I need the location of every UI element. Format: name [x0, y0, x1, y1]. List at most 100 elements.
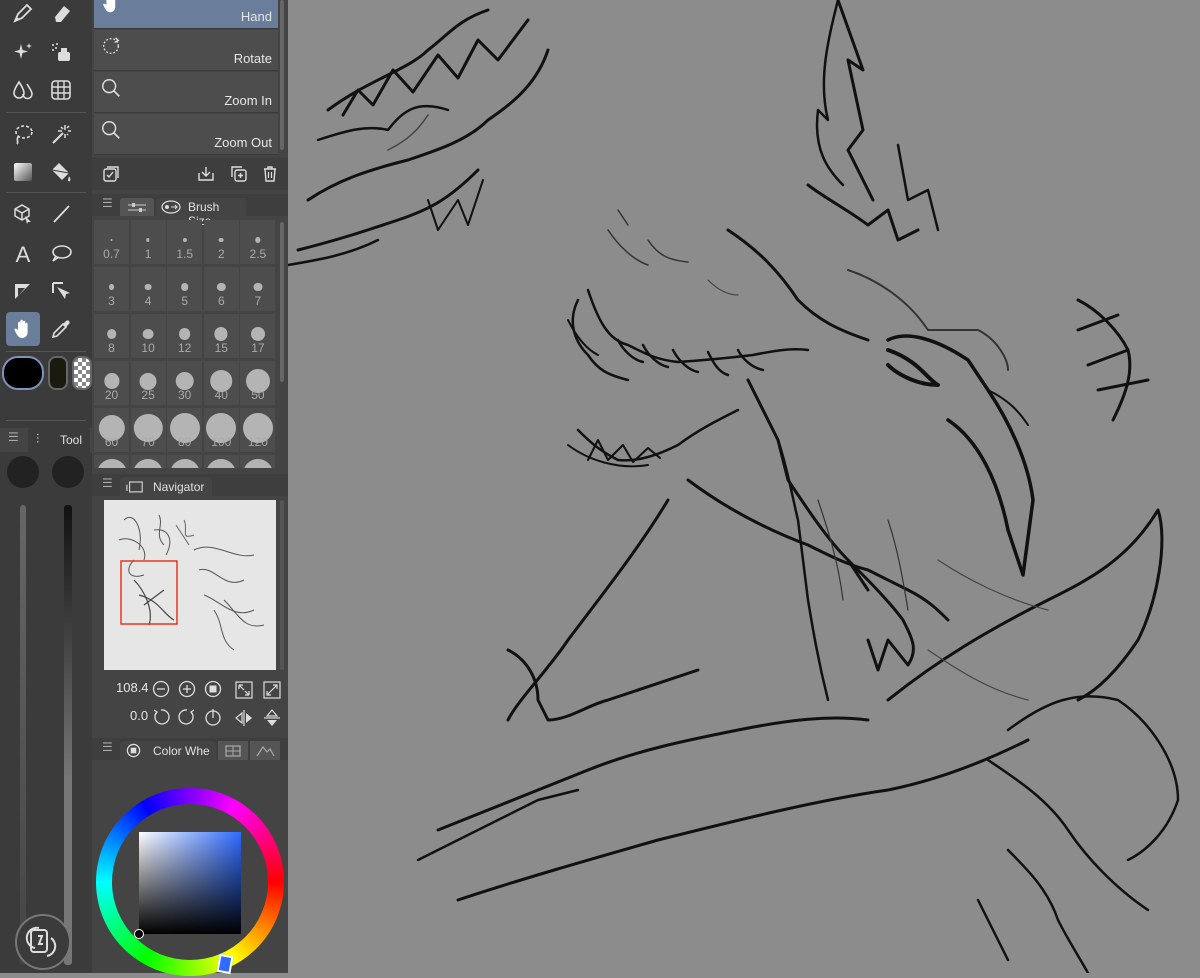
grid-icon[interactable]: [44, 73, 78, 107]
brush-size-option[interactable]: 6: [203, 267, 239, 311]
brush-size-option[interactable]: 4: [130, 267, 166, 311]
brush-size-option[interactable]: 0.7: [94, 220, 129, 264]
transparent-color-swatch[interactable]: [72, 356, 92, 390]
saturation-value-square[interactable]: [139, 832, 241, 934]
tool-tab[interactable]: ⫶ Tool: [28, 428, 90, 452]
brush-size-preview: [178, 328, 191, 340]
pen-icon[interactable]: [6, 0, 40, 30]
rotation-value[interactable]: 0.0: [130, 708, 148, 723]
navigator-scrollbar[interactable]: [280, 500, 284, 670]
hand-icon[interactable]: [6, 312, 40, 346]
zoom-out-button[interactable]: [152, 680, 170, 698]
flip-vertical-button[interactable]: [262, 708, 282, 728]
duplicate-icon[interactable]: [229, 164, 249, 184]
brush-size-option[interactable]: 80: [167, 408, 203, 452]
subtool-rotate[interactable]: Rotate: [94, 30, 278, 71]
brush-size-option[interactable]: 25: [130, 361, 166, 405]
eraser-icon[interactable]: [44, 0, 78, 30]
rotate-right-button[interactable]: [178, 708, 196, 726]
navigator-icon: [126, 481, 143, 493]
brush-size-option[interactable]: 20: [94, 361, 129, 405]
brush-size-option[interactable]: 7: [240, 267, 276, 311]
tool-swatch-right[interactable]: [52, 456, 84, 488]
brush-size-value: 40: [214, 388, 228, 402]
brush-size-option[interactable]: 1: [130, 220, 166, 264]
brush-size-scrollbar[interactable]: [280, 222, 284, 382]
brush-size-option[interactable]: 120: [240, 408, 276, 452]
color-wheel-title: Color Whe: [153, 744, 210, 758]
menu-icon[interactable]: ☰: [102, 196, 113, 210]
intermediate-color-tab[interactable]: [250, 741, 280, 760]
balloon-icon[interactable]: [44, 236, 78, 270]
gradient-icon[interactable]: [6, 155, 40, 189]
brush-size-option[interactable]: 100: [203, 408, 239, 452]
brush-size-option[interactable]: 3: [94, 267, 129, 311]
navigator-tab[interactable]: Navigator: [120, 477, 212, 496]
menu-icon[interactable]: ☰: [8, 430, 19, 444]
quick-action-button[interactable]: [15, 914, 71, 970]
menu-icon[interactable]: ☰: [102, 740, 113, 754]
brush-size-option[interactable]: 1.5: [167, 220, 203, 264]
brush-size-option[interactable]: 40: [203, 361, 239, 405]
zoom-in-button[interactable]: [178, 680, 196, 698]
tool-swatch-left[interactable]: [7, 456, 39, 488]
subtool-zoom-in[interactable]: Zoom In: [94, 72, 278, 113]
brush-size-option[interactable]: 10: [130, 314, 166, 358]
sub-color-swatch[interactable]: [48, 356, 68, 390]
rotate-left-button[interactable]: [152, 708, 170, 726]
brush-size-option[interactable]: 70: [130, 408, 166, 452]
brush-size-option[interactable]: 30: [167, 361, 203, 405]
eyedropper-icon[interactable]: [44, 312, 78, 346]
subtool-settings-icon[interactable]: [101, 164, 121, 184]
brush-size-option[interactable]: 50: [240, 361, 276, 405]
brush-size-option[interactable]: [203, 455, 239, 468]
color-wheel-tab[interactable]: Color Whe: [120, 741, 216, 760]
line-icon[interactable]: [44, 197, 78, 231]
color-picker-handle[interactable]: [134, 929, 144, 939]
operation-icon[interactable]: [44, 274, 78, 308]
brush-size-option[interactable]: 12: [167, 314, 203, 358]
brush-size-option[interactable]: 2.5: [240, 220, 276, 264]
sparkle-decoration-icon[interactable]: [6, 35, 40, 69]
brush-size-option[interactable]: [240, 455, 276, 468]
flip-horizontal-button[interactable]: [234, 708, 254, 728]
zoom-value[interactable]: 108.4: [116, 680, 149, 695]
color-set-tab[interactable]: [218, 741, 248, 760]
airbrush-icon[interactable]: [44, 35, 78, 69]
trash-icon[interactable]: [260, 164, 280, 184]
import-icon[interactable]: [196, 164, 216, 184]
brush-size-tab[interactable]: Brush Size: [156, 198, 246, 228]
brush-size-option[interactable]: 5: [167, 267, 203, 311]
ruler-icon[interactable]: [6, 274, 40, 308]
brush-size-option[interactable]: 17: [240, 314, 276, 358]
hue-handle[interactable]: [216, 953, 234, 975]
tool-property-tab[interactable]: [120, 198, 154, 216]
brush-size-option[interactable]: 15: [203, 314, 239, 358]
actual-size-button[interactable]: [204, 680, 222, 698]
brush-size-option[interactable]: [94, 455, 129, 468]
fill-icon[interactable]: [44, 155, 78, 189]
text-icon[interactable]: A: [6, 236, 40, 270]
opacity-slider[interactable]: [64, 505, 72, 965]
3d-object-icon[interactable]: [6, 197, 40, 231]
reset-rotation-button[interactable]: [204, 708, 222, 726]
brush-size-option[interactable]: [167, 455, 203, 468]
canvas[interactable]: [286, 0, 1200, 975]
main-color-swatch[interactable]: [2, 356, 44, 390]
brush-size-slider[interactable]: [20, 505, 26, 965]
brush-size-option[interactable]: [130, 455, 166, 468]
blend-icon[interactable]: [6, 73, 40, 107]
magic-wand-icon[interactable]: [44, 117, 78, 151]
brush-size-option[interactable]: 60: [94, 408, 129, 452]
navigator-preview[interactable]: [104, 500, 276, 670]
menu-icon[interactable]: ☰: [102, 476, 113, 490]
brush-size-grid: 0.7 1 1.5 2 2.5 3 4 5 6 7 8 10 12 15 17 20 25 30 40 50 60 70 8…: [94, 220, 278, 468]
subtool-scrollbar[interactable]: [280, 0, 284, 150]
subtool-hand[interactable]: Hand: [94, 0, 278, 29]
lasso-icon[interactable]: [6, 117, 40, 151]
fit-to-window-button[interactable]: [234, 680, 254, 700]
subtool-zoom-out[interactable]: Zoom Out: [94, 114, 278, 155]
fill-window-button[interactable]: [262, 680, 282, 700]
brush-size-option[interactable]: 8: [94, 314, 129, 358]
brush-size-option[interactable]: 2: [203, 220, 239, 264]
